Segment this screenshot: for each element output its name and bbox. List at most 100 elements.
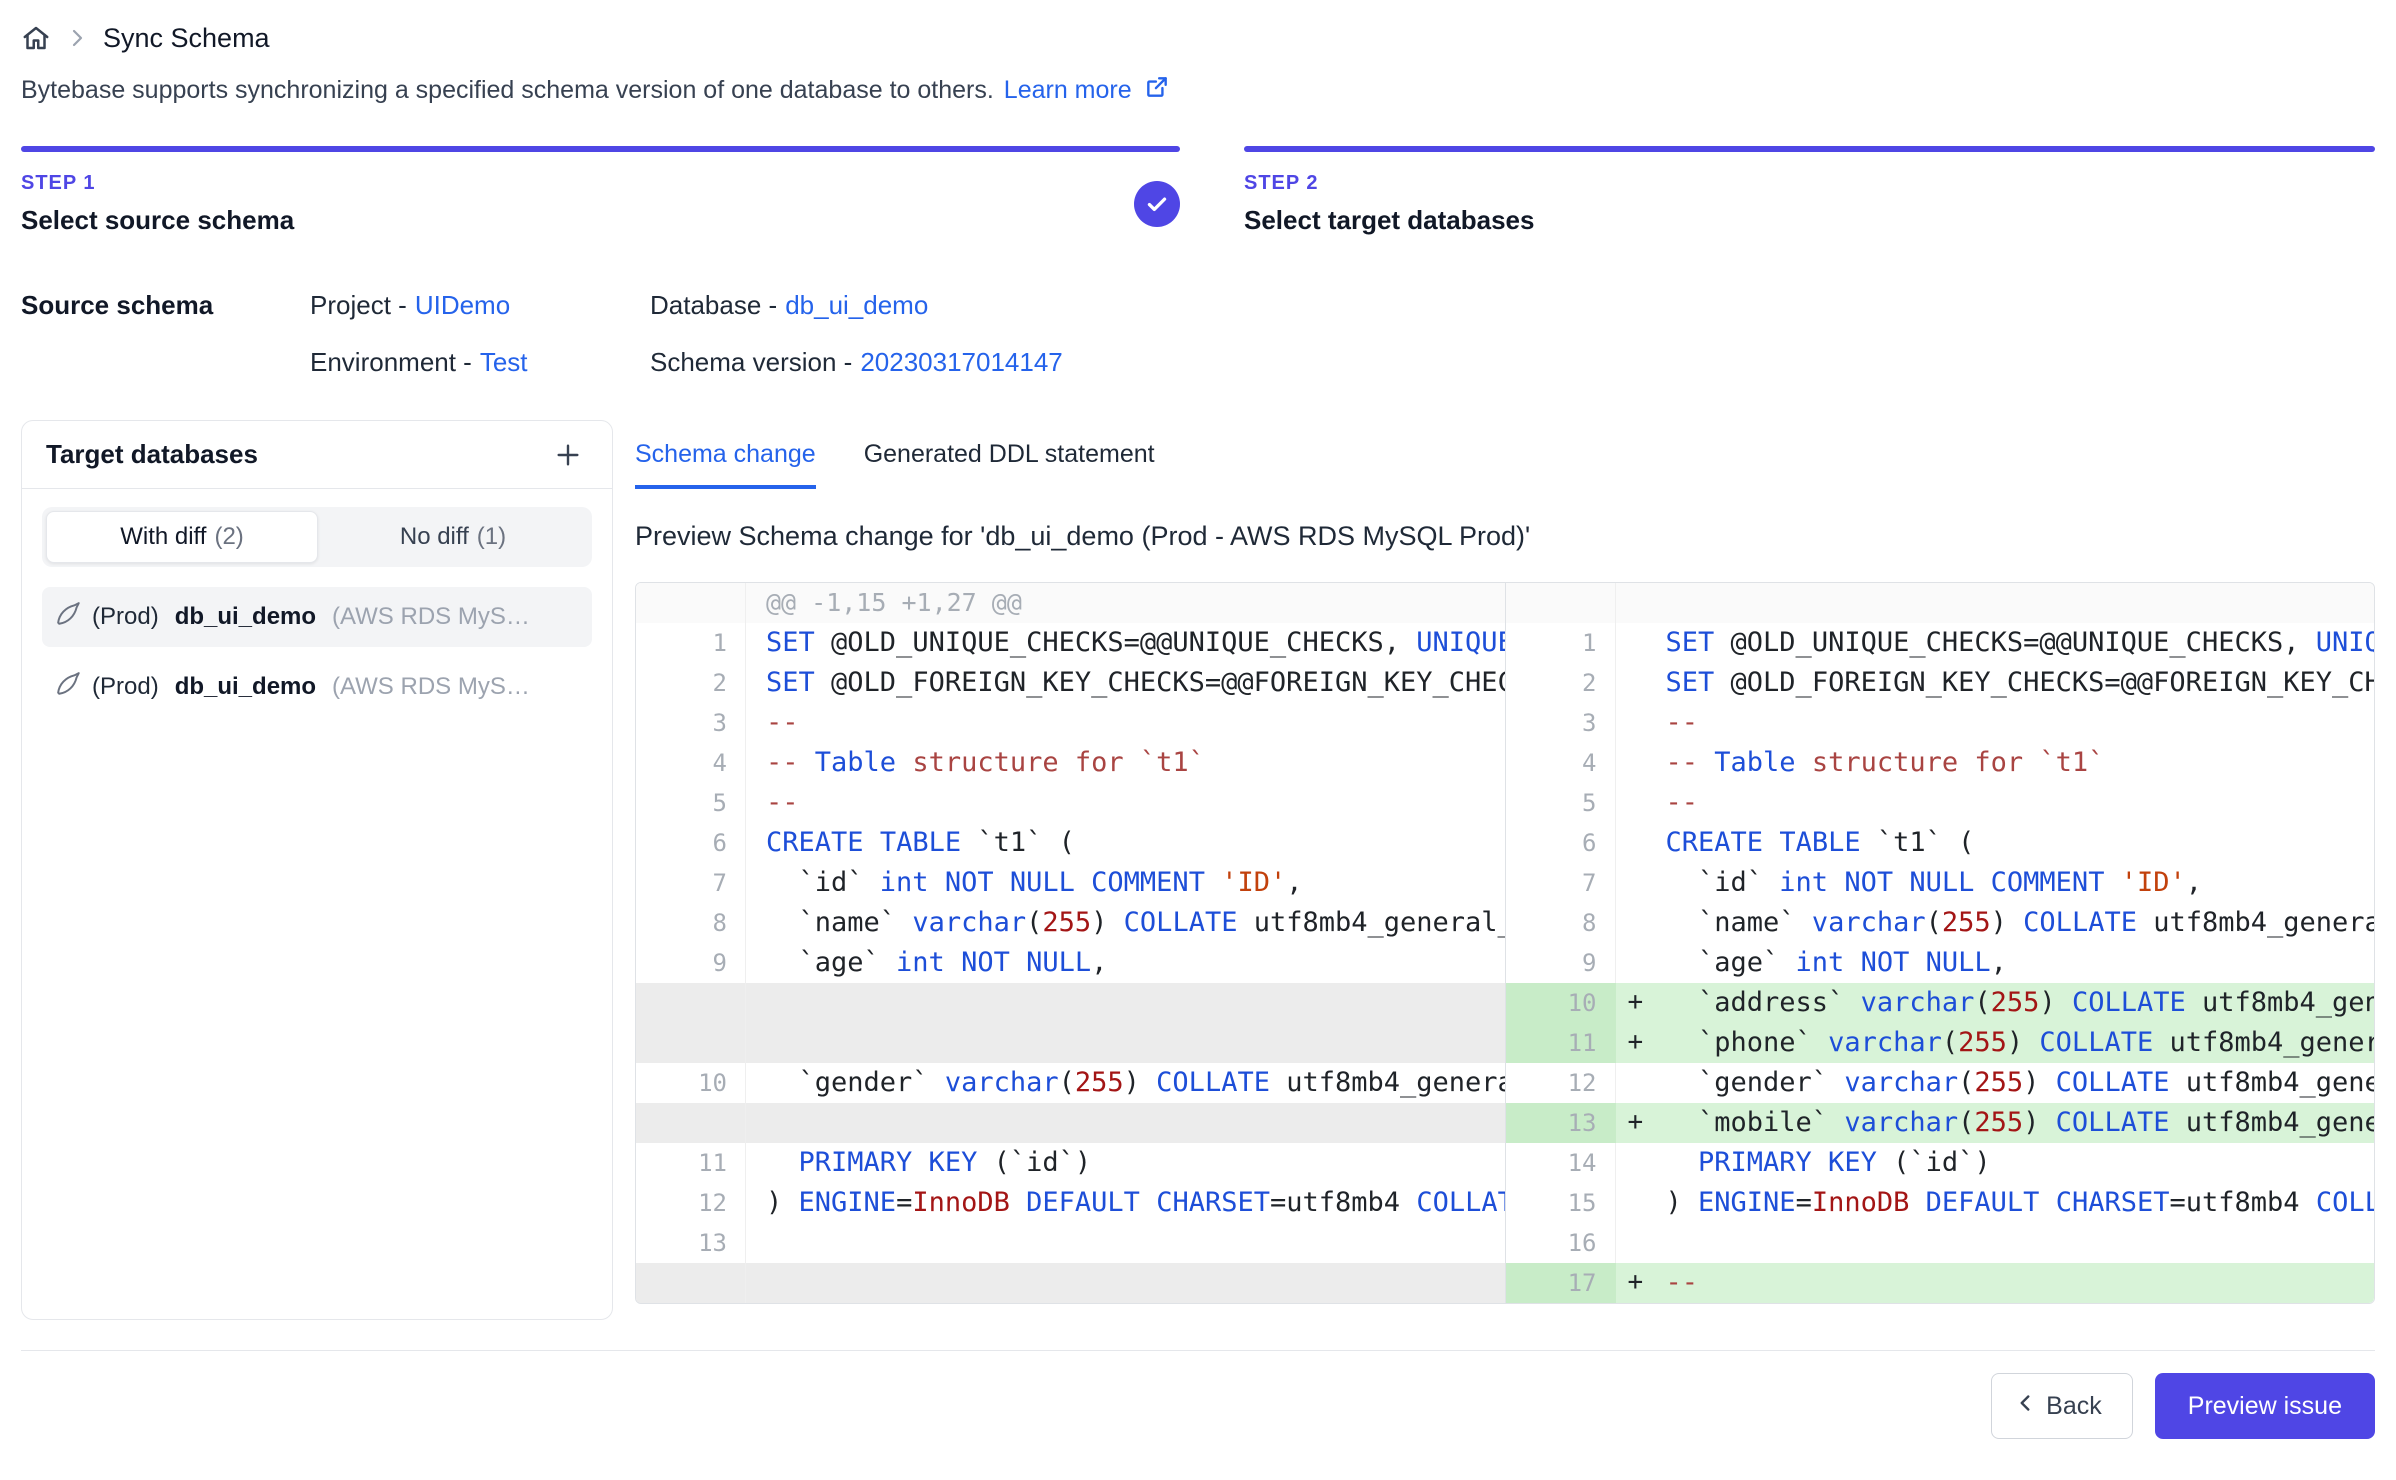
diff-row: 9 `age` int NOT NULL,9 `age` int NOT NUL… [636,943,2374,983]
code-line: SET @OLD_UNIQUE_CHECKS=@@UNIQUE_CHECKS, … [746,623,1505,663]
tab-no-diff[interactable]: No diff (1) [318,511,588,563]
diff-row: 2SET @OLD_FOREIGN_KEY_CHECKS=@@FOREIGN_K… [636,663,2374,703]
diff-row: 7 `id` int NOT NULL COMMENT 'ID',7 `id` … [636,863,2374,903]
diff-left-cell: 9 `age` int NOT NULL, [636,943,1506,983]
code-line: `phone` varchar(255) COLLATE utf8mb4_gen… [1660,1023,2375,1063]
diff-right-cell: 6CREATE TABLE `t1` ( [1506,823,2375,863]
main-content: Target databases With diff (2) No diff (… [21,420,2375,1320]
line-number: 2 [1506,663,1616,703]
diff-left-cell: 13 [636,1223,1506,1263]
line-number: 3 [636,703,746,743]
learn-more-link[interactable]: Learn more [1004,76,1132,105]
target-database-item[interactable]: (Prod)db_ui_demo(AWS RDS MyS… [42,587,592,647]
tab-with-diff[interactable]: With diff (2) [46,511,318,563]
diff-row: 13+ `mobile` varchar(255) COLLATE utf8mb… [636,1103,2374,1143]
code-line: SET @OLD_UNIQUE_CHECKS=@@UNIQUE_CHECKS, … [1660,623,2375,663]
diff-left-cell [636,1103,1506,1143]
line-number [636,983,746,1023]
line-number: 6 [636,823,746,863]
diff-add-marker [1616,663,1660,703]
line-number: 8 [1506,903,1616,943]
code-line [1660,583,2375,623]
diff-row: 17+-- [636,1263,2374,1303]
diff-right-cell: 2SET @OLD_FOREIGN_KEY_CHECKS=@@FOREIGN_K… [1506,663,2375,703]
step-1: STEP 1 Select source schema [21,146,1180,236]
line-number: 6 [1506,823,1616,863]
diff-left-cell: 4-- Table structure for `t1` [636,743,1506,783]
code-line: `address` varchar(255) COLLATE utf8mb4_g… [1660,983,2375,1023]
code-line [746,983,1505,1023]
code-line: `age` int NOT NULL, [1660,943,2375,983]
database-link[interactable]: db_ui_demo [785,290,928,320]
preview-title: Preview Schema change for 'db_ui_demo (P… [635,521,2375,552]
diff-left-cell [636,1263,1506,1303]
code-line [1660,1223,2375,1263]
diff-right-cell: 1SET @OLD_UNIQUE_CHECKS=@@UNIQUE_CHECKS,… [1506,623,2375,663]
code-line: `id` int NOT NULL COMMENT 'ID', [746,863,1505,903]
diff-right-cell: 15 ) ENGINE=InnoDB DEFAULT CHARSET=utf8mb… [1506,1183,2375,1223]
diff-table[interactable]: @@ -1,15 +1,27 @@1SET @OLD_UNIQUE_CHECKS… [635,582,2375,1304]
diff-right-cell: 12 `gender` varchar(255) COLLATE utf8mb4… [1506,1063,2375,1103]
project-link[interactable]: UIDemo [415,290,510,320]
preview-issue-button[interactable]: Preview issue [2155,1373,2375,1439]
diff-left-cell: 12) ENGINE=InnoDB DEFAULT CHARSET=utf8mb… [636,1183,1506,1223]
target-database-item[interactable]: (Prod)db_ui_demo(AWS RDS MyS… [42,657,592,717]
intro-description: Bytebase supports synchronizing a specif… [21,76,994,105]
code-line [746,1103,1505,1143]
code-line: PRIMARY KEY (`id`) [746,1143,1505,1183]
step-2-title: Select target databases [1244,205,1534,236]
diff-row: 10 `gender` varchar(255) COLLATE utf8mb4… [636,1063,2374,1103]
code-line: `id` int NOT NULL COMMENT 'ID', [1660,863,2375,903]
schema-version-link[interactable]: 20230317014147 [860,347,1062,377]
tab-generated-ddl[interactable]: Generated DDL statement [864,440,1155,489]
page-title: Sync Schema [103,23,270,54]
diff-left-cell [636,1023,1506,1063]
diff-right-cell: 17+-- [1506,1263,2375,1303]
code-line: `name` varchar(255) COLLATE utf8mb4_gene… [1660,903,2375,943]
line-number: 5 [1506,783,1616,823]
line-number: 3 [1506,703,1616,743]
diff-add-marker [1616,823,1660,863]
target-databases-panel: Target databases With diff (2) No diff (… [21,420,613,1320]
diff-left-cell: 10 `gender` varchar(255) COLLATE utf8mb4… [636,1063,1506,1103]
line-number: 5 [636,783,746,823]
diff-row: @@ -1,15 +1,27 @@ [636,583,2374,623]
footer-actions: Back Preview issue [21,1350,2375,1439]
code-line: CREATE TABLE `t1` ( [746,823,1505,863]
code-line: -- [1660,703,2375,743]
diff-add-marker [1616,623,1660,663]
source-schema-version: Schema version -20230317014147 [650,347,1063,378]
line-number: 8 [636,903,746,943]
intro-text-row: Bytebase supports synchronizing a specif… [21,72,2375,108]
diff-row: 1316 [636,1223,2374,1263]
diff-right-cell: 9 `age` int NOT NULL, [1506,943,2375,983]
add-target-database-button[interactable] [548,435,588,475]
diff-right-cell: 11+ `phone` varchar(255) COLLATE utf8mb4… [1506,1023,2375,1063]
external-link-icon[interactable] [1144,74,1170,107]
line-number: 14 [1506,1143,1616,1183]
diff-add-marker [1616,1143,1660,1183]
back-button[interactable]: Back [1991,1373,2133,1439]
environment-link[interactable]: Test [480,347,528,377]
line-number [636,1023,746,1063]
line-number: 4 [636,743,746,783]
diff-right-cell: 13+ `mobile` varchar(255) COLLATE utf8mb… [1506,1103,2375,1143]
diff-left-cell: 6CREATE TABLE `t1` ( [636,823,1506,863]
home-icon[interactable] [21,23,51,53]
code-line: @@ -1,15 +1,27 @@ [746,583,1505,623]
diff-row: 11 PRIMARY KEY (`id`)14 PRIMARY KEY (`id… [636,1143,2374,1183]
diff-row: 6CREATE TABLE `t1` (6CREATE TABLE `t1` ( [636,823,2374,863]
line-number: 10 [1506,983,1616,1023]
line-number: 15 [1506,1183,1616,1223]
code-line: PRIMARY KEY (`id`) [1660,1143,2375,1183]
step-2-progress-bar [1244,146,2375,152]
tab-schema-change[interactable]: Schema change [635,440,816,489]
code-line: `gender` varchar(255) COLLATE utf8mb4_ge… [1660,1063,2375,1103]
diff-filter-segmented-control: With diff (2) No diff (1) [42,507,592,567]
code-line: ) ENGINE=InnoDB DEFAULT CHARSET=utf8mb4 … [1660,1183,2375,1223]
diff-right-cell [1506,583,2375,623]
diff-add-marker [1616,1223,1660,1263]
target-database-list: (Prod)db_ui_demo(AWS RDS MyS… (Prod)db_u… [42,587,592,717]
code-line: -- [746,783,1505,823]
line-number: 11 [1506,1023,1616,1063]
